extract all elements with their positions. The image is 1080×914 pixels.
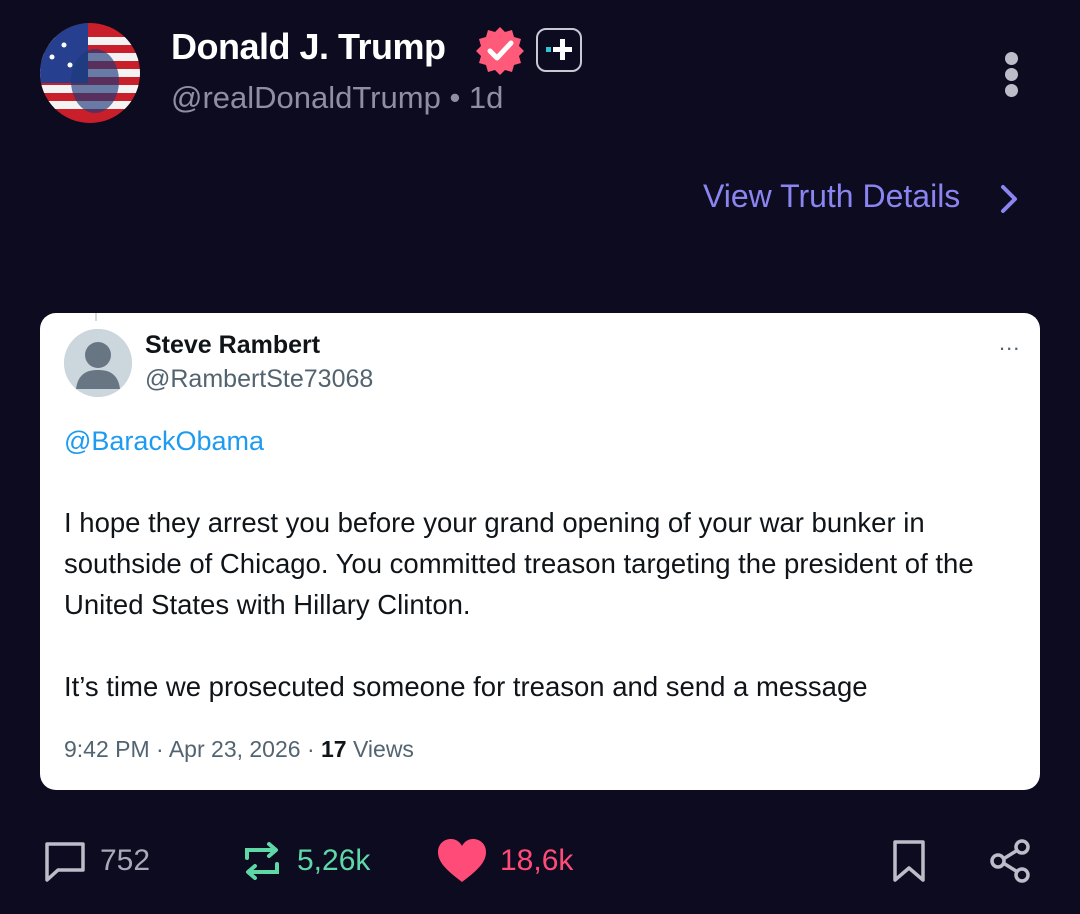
quoted-author-handle[interactable]: @RambertSte73068	[145, 365, 373, 394]
chevron-right-icon[interactable]	[998, 183, 1022, 215]
separator-dot: •	[449, 80, 461, 115]
views-count: 17	[321, 736, 347, 762]
quoted-avatar[interactable]	[64, 329, 132, 397]
author-handle-line: @realDonaldTrump • 1d	[171, 80, 503, 116]
reply-icon	[45, 842, 85, 882]
reply-button[interactable]: 752	[42, 838, 150, 884]
retruth-count: 5,26k	[297, 844, 371, 877]
retruth-button[interactable]: 5,26k	[239, 838, 370, 884]
like-button[interactable]: 18,6k	[436, 838, 573, 884]
verified-badge-icon	[474, 24, 526, 76]
heart-icon	[438, 839, 486, 882]
view-truth-details-link[interactable]: View Truth Details	[703, 178, 960, 215]
quoted-author-name[interactable]: Steve Rambert	[145, 331, 320, 360]
author-name[interactable]: Donald J. Trump	[171, 26, 446, 68]
author-handle[interactable]: @realDonaldTrump	[171, 80, 441, 115]
card-divider	[95, 313, 97, 321]
share-icon[interactable]	[988, 838, 1032, 884]
more-options-icon[interactable]	[998, 52, 1024, 98]
avatar[interactable]	[40, 23, 140, 123]
post-age: 1d	[468, 80, 504, 115]
views-label: Views	[353, 736, 414, 762]
quoted-time: 9:42 PM	[64, 736, 150, 762]
plus-icon[interactable]	[536, 28, 582, 72]
quoted-date: Apr 23, 2026	[168, 736, 301, 762]
quoted-meta: 9:42 PM · Apr 23, 2026 · 17 Views	[64, 736, 414, 763]
mention-link[interactable]: @BarackObama	[64, 426, 264, 457]
bookmark-icon[interactable]	[891, 838, 927, 884]
meta-dot: ·	[156, 736, 164, 762]
reply-count: 752	[100, 844, 151, 877]
like-count: 18,6k	[500, 844, 574, 877]
quoted-post-card[interactable]: Steve Rambert @RambertSte73068 ... @Bara…	[40, 313, 1040, 790]
meta-dot: ·	[306, 736, 315, 762]
quoted-paragraph-1: I hope they arrest you before your grand…	[64, 507, 974, 620]
quoted-more-icon[interactable]: ...	[999, 330, 1020, 356]
retruth-icon	[245, 842, 279, 880]
quoted-paragraph-2: It’s time we prosecuted someone for trea…	[64, 671, 868, 702]
